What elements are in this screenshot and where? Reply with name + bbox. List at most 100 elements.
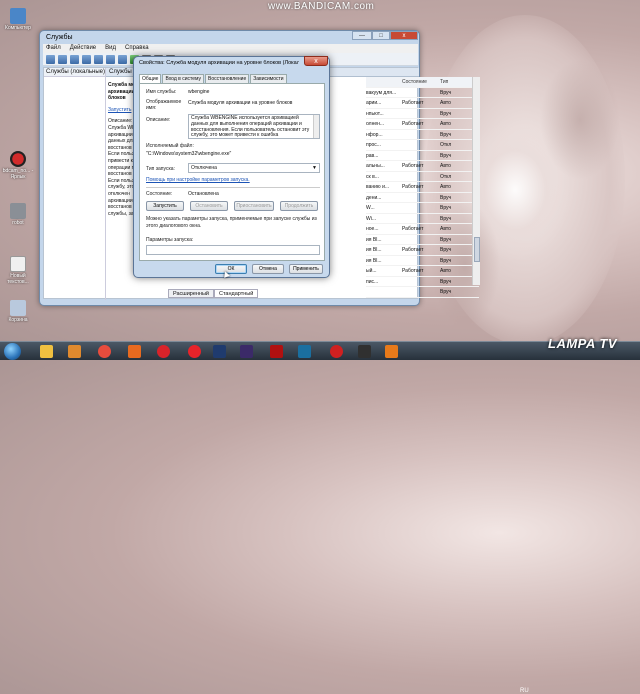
pause-button[interactable]: Приостановить — [234, 201, 274, 211]
menu-file[interactable]: Файл — [46, 44, 61, 53]
start-button[interactable] — [4, 343, 21, 360]
taskbar-music-icon[interactable] — [385, 345, 398, 358]
service-startup-cell: Авто — [440, 184, 451, 190]
column-header-status[interactable]: Состояние — [402, 77, 440, 87]
desktop-icon-textfile[interactable]: Новый текстов... — [0, 256, 36, 285]
back-icon[interactable] — [46, 55, 55, 64]
service-row[interactable]: альны... Работает Авто — [366, 161, 479, 172]
description-box[interactable]: Служба WBENGINE используется архивацией … — [188, 114, 320, 139]
lampa-tv-logo: LAMPA TV — [548, 336, 617, 351]
start-button[interactable]: Запустить — [146, 201, 184, 211]
start-parameters-input[interactable] — [146, 245, 320, 255]
service-startup-cell: Вруч — [440, 110, 452, 117]
service-row[interactable]: нфор... Вруч — [366, 130, 479, 140]
menu-help[interactable]: Справка — [125, 44, 149, 53]
desktop-icon-label: Компьютер — [5, 25, 31, 31]
service-row[interactable]: рав... Вруч — [366, 151, 479, 161]
taskbar-flash-icon[interactable] — [270, 345, 283, 358]
service-row[interactable]: арии... Работает Авто — [366, 98, 479, 109]
vertical-scrollbar[interactable] — [472, 77, 480, 285]
service-row[interactable]: W... Вруч — [366, 203, 479, 214]
description-scrollbar[interactable] — [313, 115, 319, 138]
menu-action[interactable]: Действие — [70, 44, 96, 53]
service-row[interactable]: прос... Откл — [366, 140, 479, 151]
maximize-button[interactable]: □ — [372, 31, 390, 40]
cancel-button[interactable]: Отмена — [252, 264, 284, 274]
service-row[interactable]: ное... Работает Авто — [366, 224, 479, 235]
service-row[interactable]: ск в... Откл — [366, 172, 479, 182]
service-row[interactable]: вакуум для... Вруч — [366, 88, 479, 98]
properties-icon[interactable] — [82, 55, 91, 64]
service-row[interactable]: нпьют... Вруч — [366, 109, 479, 119]
service-name-cell: нпьют... — [366, 110, 384, 117]
service-status-cell — [402, 140, 440, 150]
service-row[interactable]: олнен... Работает Авто — [366, 119, 479, 130]
column-header-name[interactable] — [366, 77, 402, 87]
service-status-cell — [402, 235, 440, 245]
service-startup-cell: Авто — [440, 121, 451, 127]
record-icon — [10, 151, 26, 167]
taskbar-explorer-icon[interactable] — [40, 345, 53, 358]
service-status-cell — [402, 109, 440, 119]
service-name-cell: ый... — [366, 268, 377, 274]
desktop-icon-bdcam[interactable]: bdcam_no... - Ярлык — [0, 151, 36, 180]
forward-icon[interactable] — [58, 55, 67, 64]
minimize-button[interactable]: — — [352, 31, 372, 40]
apply-button[interactable]: Применить — [289, 264, 323, 274]
ok-button[interactable]: ОК — [215, 264, 247, 274]
resume-button[interactable]: Продолжить — [280, 201, 318, 211]
taskbar-bandicam-icon[interactable] — [358, 345, 371, 358]
taskbar-record-icon[interactable] — [330, 345, 343, 358]
service-name-cell: олнен... — [366, 121, 385, 127]
refresh-icon[interactable] — [94, 55, 103, 64]
taskbar-yandex-icon[interactable] — [188, 345, 201, 358]
service-row[interactable]: пис... Вруч — [366, 277, 479, 287]
tab-recovery[interactable]: Восстановление — [205, 74, 250, 83]
scrollbar-thumb[interactable] — [474, 237, 480, 262]
service-row[interactable]: ия Bl... Вруч — [366, 235, 479, 245]
service-status-cell: Работает — [402, 100, 424, 106]
service-row[interactable]: ванию и... Работает Авто — [366, 182, 479, 193]
list-header: Состояние Тип — [366, 77, 479, 88]
service-row[interactable]: Вруч — [366, 287, 479, 298]
taskbar-chrome-icon[interactable] — [98, 345, 111, 358]
service-startup-cell: Вруч — [440, 247, 452, 253]
service-row[interactable]: дени... Вруч — [366, 193, 479, 203]
tab-logon[interactable]: Вход в систему — [162, 74, 204, 83]
language-indicator[interactable]: RU — [520, 688, 529, 694]
tab-dependencies[interactable]: Зависимости — [250, 74, 287, 83]
dialog-title: Свойства: Служба модуля архивации на уро… — [139, 60, 299, 66]
service-row[interactable]: ия Bl... Вруч — [366, 256, 479, 266]
console-tree-icon[interactable] — [70, 55, 79, 64]
desktop-icon-recycle[interactable]: Корзина — [0, 300, 36, 323]
service-row[interactable]: Wi... Вруч — [366, 214, 479, 224]
service-startup-cell: Вруч — [440, 131, 452, 138]
tab-general[interactable]: Общие — [139, 74, 162, 83]
column-header-type[interactable]: Тип — [440, 77, 460, 87]
menu-view[interactable]: Вид — [105, 44, 116, 53]
startup-type-select[interactable]: Отключена ▼ — [188, 163, 320, 173]
description-text: Служба WBENGINE используется архивацией … — [191, 115, 310, 139]
service-row[interactable]: ый... Работает Авто — [366, 266, 479, 277]
taskbar-ps-icon[interactable] — [213, 345, 226, 358]
taskbar-firefox-icon[interactable] — [128, 345, 141, 358]
taskbar-opera-icon[interactable] — [157, 345, 170, 358]
desktop-icon-robot[interactable]: robot — [0, 203, 36, 226]
stop-button[interactable]: Остановить — [190, 201, 228, 211]
startup-help-link[interactable]: Помощь при настройке параметров запуска. — [146, 177, 250, 183]
tree-item-local-services[interactable]: Службы (локальные) — [44, 68, 105, 77]
close-button[interactable]: x — [390, 31, 418, 40]
console-tree: Службы (локальные) — [44, 68, 106, 300]
service-row[interactable]: ия Bl... Работает Вруч — [366, 245, 479, 256]
tab-standard[interactable]: Стандартный — [214, 289, 259, 298]
window-title: Службы — [46, 34, 73, 41]
taskbar-v-app-icon[interactable] — [298, 345, 311, 358]
export-icon[interactable] — [106, 55, 115, 64]
desktop-icon-computer[interactable]: Компьютер — [0, 8, 36, 31]
taskbar-ae-icon[interactable] — [240, 345, 253, 358]
tab-extended[interactable]: Расширенный — [168, 289, 214, 298]
general-tab-panel: Имя службы: wbengine Отображаемое имя: С… — [139, 83, 325, 261]
help-icon[interactable] — [118, 55, 127, 64]
dialog-close-button[interactable]: x — [304, 56, 328, 66]
taskbar-media-player-icon[interactable] — [68, 345, 81, 358]
